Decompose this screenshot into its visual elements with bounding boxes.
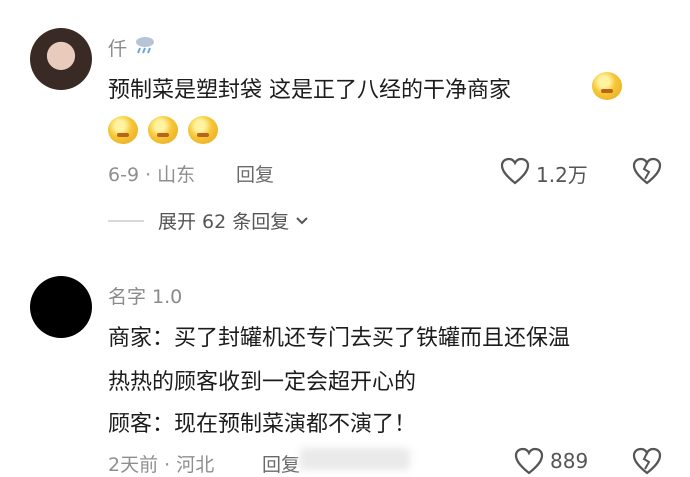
avatar[interactable] [30, 28, 92, 90]
comment-text: 预制菜是塑封袋 这是正了八经的干净商家 [108, 78, 511, 103]
embarrassed-emoji-icon [148, 116, 178, 144]
comment-text-line: 顾客：现在预制菜演都不演了！ [108, 412, 417, 437]
comment-username[interactable]: 名字 1.0 [108, 282, 182, 309]
comment-text-line: 商家：买了封罐机还专门去买了铁罐而且还保温 [108, 326, 571, 351]
reply-button[interactable]: 回复 [236, 160, 274, 187]
heart-icon[interactable] [500, 157, 530, 185]
chevron-down-icon [295, 216, 309, 226]
broken-heart-icon[interactable] [632, 447, 662, 475]
comment-meta: 2天前 · 河北 [108, 454, 215, 476]
comment-meta: 6-9 · 山东 [108, 164, 196, 186]
like-count: 1.2万 [536, 163, 588, 187]
expand-replies-button[interactable]: 展开 62 条回复 [108, 207, 309, 234]
expand-replies-label: 展开 62 条回复 [158, 211, 290, 233]
heart-icon[interactable] [514, 447, 544, 475]
rain-cloud-icon [134, 34, 156, 54]
embarrassed-emoji-icon [108, 116, 138, 144]
embarrassed-emoji-icon [592, 72, 622, 100]
broken-heart-icon[interactable] [632, 157, 662, 185]
avatar[interactable] [30, 276, 92, 338]
divider-line [108, 219, 144, 222]
watermark [300, 448, 410, 470]
reply-button[interactable]: 回复 [262, 450, 300, 477]
embarrassed-emoji-icon [188, 116, 218, 144]
like-count: 889 [550, 449, 589, 473]
comment-username[interactable]: 仟 [108, 34, 127, 61]
comment-text-line: 热热的顾客收到一定会超开心的 [108, 370, 417, 395]
